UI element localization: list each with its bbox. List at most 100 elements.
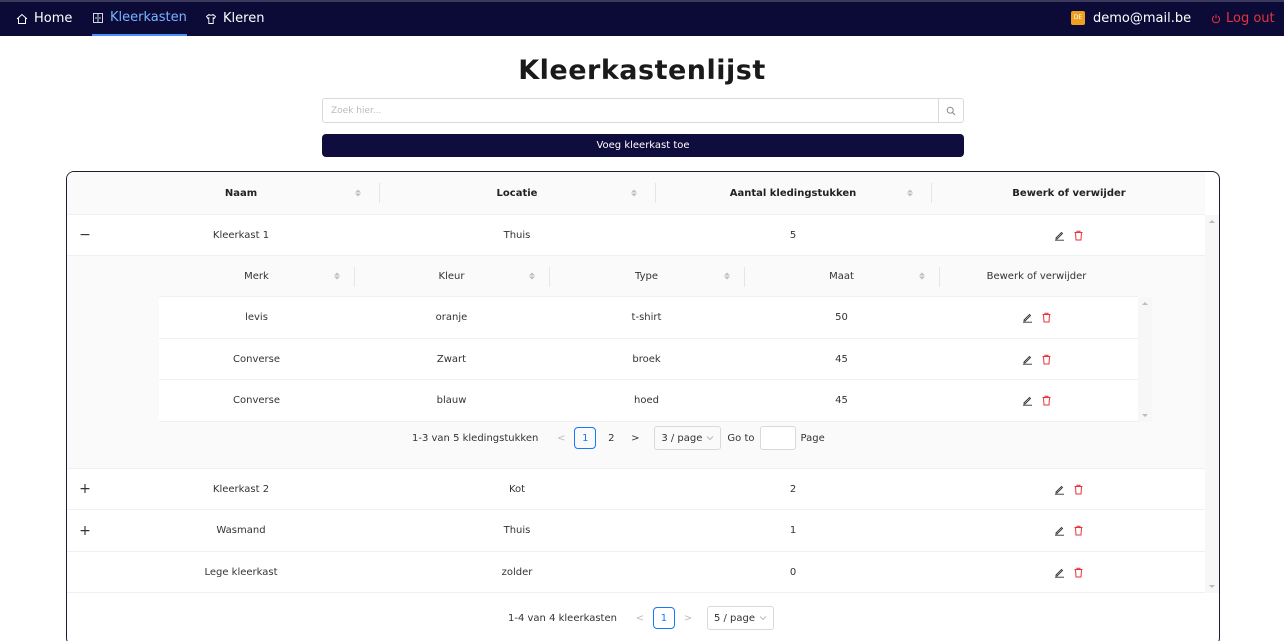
top-navbar: Home Kleerkasten Kleren DE demo@mail.be … [0, 0, 1284, 36]
clothing-brand: levis [245, 312, 268, 323]
row-expander [79, 566, 91, 578]
wardrobe-location: zolder [501, 566, 533, 578]
sort-icon[interactable] [919, 272, 925, 280]
scroll-down-icon[interactable] [1209, 585, 1215, 588]
edit-icon[interactable] [1054, 567, 1065, 578]
sort-icon[interactable] [631, 189, 637, 197]
expand-row-button[interactable]: + [79, 482, 91, 496]
delete-icon[interactable] [1041, 395, 1052, 406]
delete-icon[interactable] [1041, 354, 1052, 365]
wardrobe-icon [93, 13, 103, 23]
scroll-up-icon[interactable] [1142, 302, 1148, 305]
clothing-color: Zwart [436, 353, 467, 365]
clothing-size: 45 [835, 353, 848, 365]
next-page-icon[interactable]: > [677, 607, 699, 629]
goto-page: Go to Page [727, 426, 825, 450]
page-button-1[interactable]: 1 [574, 427, 597, 449]
nav-wardrobes[interactable]: Kleerkasten [92, 2, 187, 36]
logout-button[interactable]: Log out [1211, 2, 1275, 36]
scroll-down-icon[interactable] [1142, 414, 1148, 417]
goto-label: Go to [727, 432, 755, 444]
column-header-size-label: Maat [829, 270, 854, 282]
scroll-up-icon[interactable] [1209, 220, 1215, 223]
column-header-size[interactable]: Maat [744, 256, 939, 296]
prev-page-icon[interactable]: < [629, 607, 651, 629]
page-size-value: 3 / page [661, 432, 703, 444]
row-actions [931, 469, 1207, 509]
prev-page-icon[interactable]: < [550, 427, 572, 449]
search-icon [946, 106, 956, 115]
search-input[interactable] [323, 99, 938, 122]
table-row: − Kleerkast 1 Thuis 5 [67, 215, 1205, 256]
row-actions [939, 380, 1134, 421]
edit-icon[interactable] [1022, 312, 1033, 323]
column-header-location[interactable]: Locatie [379, 172, 655, 214]
wardrobe-name: Wasmand [216, 525, 266, 536]
sort-icon[interactable] [529, 272, 535, 280]
collapse-row-button[interactable]: − [79, 228, 91, 242]
page-size-select[interactable]: 5 / page [706, 606, 775, 630]
sort-icon[interactable] [724, 272, 730, 280]
wardrobe-name: Lege kleerkast [204, 566, 278, 578]
delete-icon[interactable] [1073, 484, 1084, 495]
clothing-type: t-shirt [631, 312, 662, 323]
table-scrollbar[interactable] [1205, 215, 1219, 593]
chevron-down-icon [707, 436, 714, 441]
wardrobe-name: Kleerkast 1 [212, 229, 270, 241]
nav-wardrobes-label: Kleerkasten [110, 10, 187, 25]
nav-home[interactable]: Home [16, 2, 72, 36]
wardrobe-name: Kleerkast 2 [212, 483, 270, 495]
column-header-name-label: Naam [224, 187, 258, 199]
column-header-count[interactable]: Aantal kledingstukken [655, 172, 931, 214]
clothing-color: oranje [435, 312, 468, 323]
wardrobe-location: Thuis [503, 525, 531, 536]
edit-icon[interactable] [1054, 484, 1065, 495]
delete-icon[interactable] [1073, 230, 1084, 241]
column-header-type-label: Type [635, 270, 658, 282]
column-header-count-label: Aantal kledingstukken [729, 187, 857, 199]
expand-row-button[interactable]: + [79, 524, 91, 538]
column-header-name[interactable]: Naam [103, 172, 379, 214]
next-page-icon[interactable]: > [624, 427, 646, 449]
page-title: Kleerkastenlijst [518, 55, 766, 86]
nav-clothes-label: Kleren [223, 11, 265, 26]
nav-clothes[interactable]: Kleren [205, 2, 264, 36]
page-button-2[interactable]: 2 [600, 427, 622, 449]
shirt-icon [205, 13, 217, 24]
user-avatar: DE [1071, 11, 1085, 25]
clothing-color: blauw [436, 395, 467, 406]
inner-scrollbar[interactable] [1138, 297, 1152, 422]
clothes-table-header: Merk Kleur Type Maat Bewerk of verwijder [159, 256, 1138, 297]
page-button-1[interactable]: 1 [652, 607, 675, 629]
table-row: Converse blauw hoed 45 [159, 380, 1138, 422]
column-header-brand[interactable]: Merk [159, 256, 354, 296]
column-header-actions-label: Bewerk of verwijder [1012, 187, 1126, 199]
sort-icon[interactable] [907, 189, 913, 197]
edit-icon[interactable] [1022, 354, 1033, 365]
table-row: Converse Zwart broek 45 [159, 339, 1138, 380]
column-header-location-label: Locatie [496, 187, 538, 199]
edit-icon[interactable] [1054, 525, 1065, 536]
edit-icon[interactable] [1022, 395, 1033, 406]
goto-page-input[interactable] [759, 426, 796, 450]
clothing-type: broek [632, 353, 661, 365]
delete-icon[interactable] [1073, 567, 1084, 578]
delete-icon[interactable] [1073, 525, 1084, 536]
wardrobe-count: 0 [789, 566, 797, 578]
row-actions [939, 339, 1134, 379]
page-size-select[interactable]: 3 / page [654, 426, 722, 450]
column-header-actions: Bewerk of verwijder [931, 172, 1207, 214]
home-icon [16, 13, 28, 24]
column-header-color[interactable]: Kleur [354, 256, 549, 296]
logout-label: Log out [1226, 11, 1275, 26]
edit-icon[interactable] [1054, 230, 1065, 241]
column-header-color-label: Kleur [438, 270, 465, 282]
delete-icon[interactable] [1041, 312, 1052, 323]
column-header-type[interactable]: Type [549, 256, 744, 296]
clothing-type: hoed [634, 395, 659, 406]
sort-icon[interactable] [334, 272, 340, 280]
search-button[interactable] [938, 99, 963, 122]
sort-icon[interactable] [355, 189, 361, 197]
add-wardrobe-button[interactable]: Voeg kleerkast toe [322, 134, 964, 157]
row-actions [939, 297, 1134, 338]
